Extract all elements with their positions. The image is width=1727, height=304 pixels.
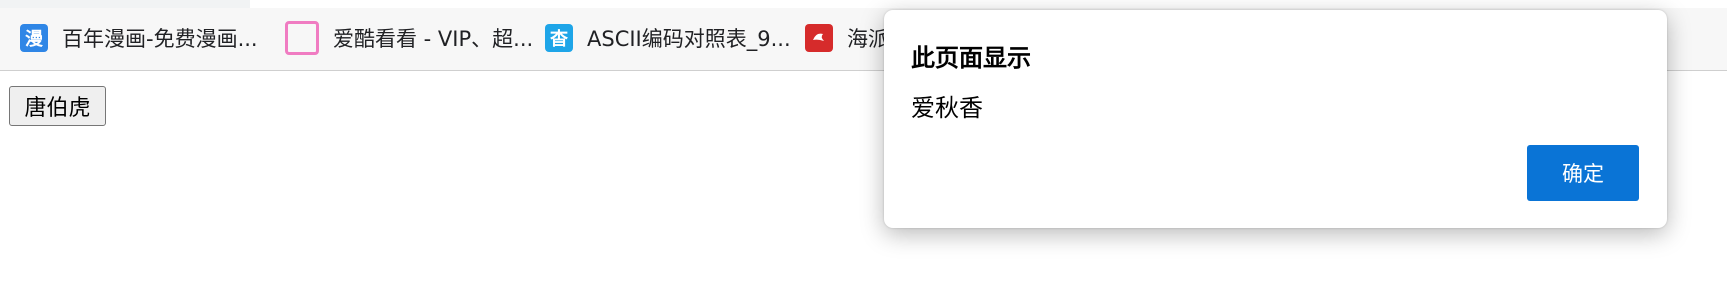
bookmark-manga[interactable]: 漫 百年漫画-免费漫画... <box>20 22 258 54</box>
bookmark-aiku[interactable]: 爱酷看看 - VIP、超... <box>283 21 534 55</box>
bookmark-label: 爱酷看看 - VIP、超... <box>333 27 534 51</box>
tab-strip-edge <box>0 0 250 8</box>
browser-top-strip <box>0 0 1727 8</box>
bookmark-label: ASCII编码对照表_9... <box>587 27 791 51</box>
bookmark-hai[interactable]: 海派 <box>805 22 889 54</box>
aiku-icon <box>285 21 319 55</box>
hai-icon <box>805 24 833 52</box>
dialog-message: 爱秋香 <box>911 94 983 122</box>
manga-icon: 漫 <box>20 24 48 52</box>
bookmark-ascii[interactable]: 杳 ASCII编码对照表_9... <box>545 22 791 54</box>
bookmark-label: 百年漫画-免费漫画... <box>62 27 258 51</box>
bookmark-label: 海派 <box>847 27 889 51</box>
alert-dialog: 此页面显示 爱秋香 确定 <box>884 10 1667 228</box>
ascii-icon: 杳 <box>545 24 573 52</box>
ok-button[interactable]: 确定 <box>1527 145 1639 201</box>
dialog-title: 此页面显示 <box>911 44 1031 72</box>
hai-icon-shape <box>813 33 824 41</box>
tang-bohu-button[interactable]: 唐伯虎 <box>9 86 106 126</box>
